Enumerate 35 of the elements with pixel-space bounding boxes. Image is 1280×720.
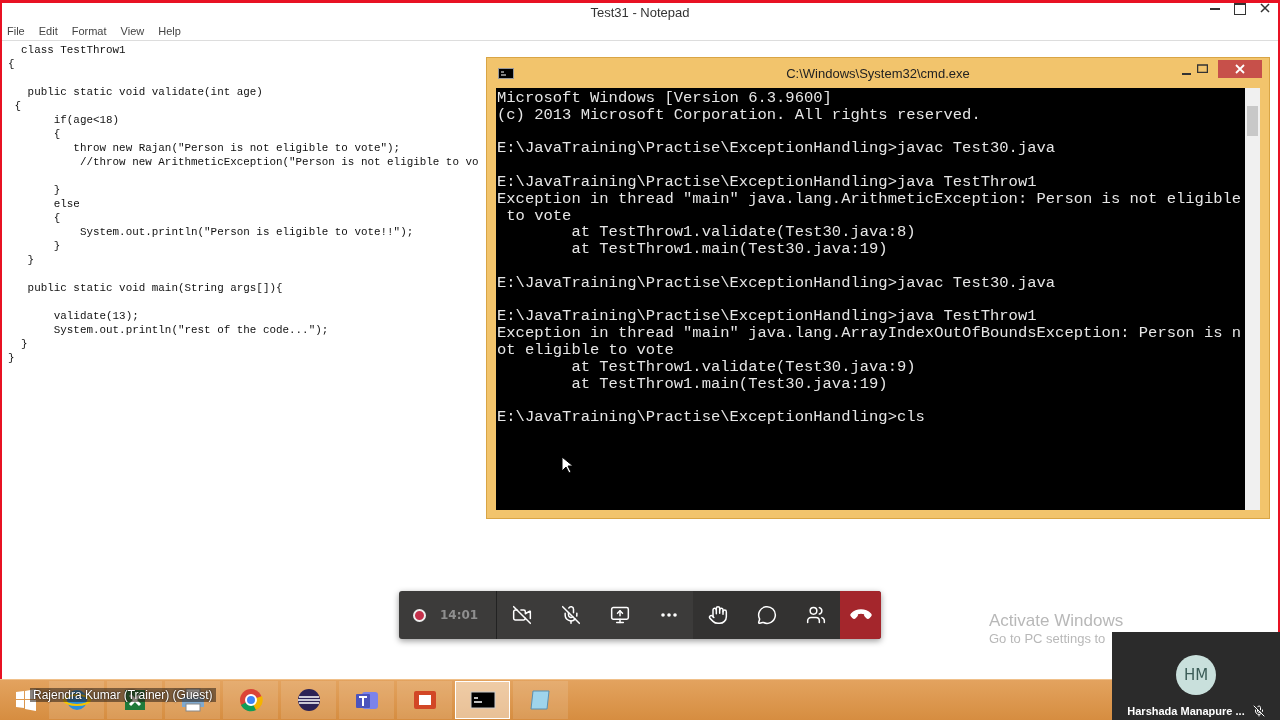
menu-item[interactable]: Edit [38, 25, 58, 37]
maximize-icon[interactable] [1234, 3, 1246, 15]
window-title: Test31 - Notepad [590, 5, 690, 20]
mic-off-icon [560, 605, 581, 625]
call-timer: 14:01 [440, 608, 479, 622]
taskbar-app[interactable] [455, 681, 510, 719]
share-screen-icon [609, 605, 630, 625]
mouse-cursor-icon [561, 456, 573, 474]
people-icon [805, 605, 826, 625]
menu-item[interactable]: Format [71, 25, 107, 37]
hand-icon [707, 605, 728, 625]
hand-button[interactable] [693, 591, 743, 639]
maximize-icon[interactable] [1197, 64, 1208, 73]
menu-item[interactable]: File [7, 25, 25, 37]
more-icon [660, 613, 677, 617]
code-text: class TestThrow1 { public static void validate(int age) { if(age<18) { throw new Rajan("Person is not eligible to vote"); //throw new ArithmeticException("Person is not eligible to vo } else { System.out.println("Person is eligible to vote!!"); } } public static void main(String args[]){ validate(13); System.out.println("rest of the code..."); } } [7, 43, 479, 365]
camera-off-icon [511, 605, 532, 625]
close-button[interactable] [1218, 60, 1262, 78]
menu-item[interactable]: View [120, 25, 145, 37]
terminal-icon [498, 68, 514, 79]
menu-item[interactable]: Help [158, 25, 181, 37]
hang-up-button[interactable] [840, 591, 881, 639]
scrollbar[interactable] [1245, 88, 1260, 510]
people-button[interactable] [791, 591, 841, 639]
console-output: Microsoft Windows [Version 6.3.9600] (c) 2013 Microsoft Corporation. All rights reserved. E:\JavaTraining\Practise\ExceptionHandling>javac Test30.java E:\JavaTraining\Practise\ExceptionHandling>java TestThrow1 Exception in thread "main" java.lang.ArithmeticException: Person is not eligible to vote at TestThrow1.validate(Test30.java:8) at TestThrow1.main(Test30.java:19) E:\JavaTraining\Practise\ExceptionHandling>javac Test30.java E:\JavaTraining\Practise\ExceptionHandling>java TestThrow1 Exception in thread "main" java.lang.ArrayIndexOutOfBoundsException: Person is n ot eligible to vote at TestThrow1.validate(Test30.java:9) at TestThrow1.main(Test30.java:19) E:\JavaTraining\Practise\ExceptionHandling>cls [496, 88, 1243, 426]
window-title: C:\Windows\System32\cmd.exe [786, 65, 970, 81]
chat-icon [756, 605, 777, 625]
presenter-name: Rajendra Kumar (Trainer) (Guest) [30, 688, 216, 702]
activation-title: Activate Windows [989, 611, 1124, 631]
taskbar-app[interactable] [281, 681, 336, 719]
close-icon [1235, 64, 1245, 74]
avatar: HM [1176, 655, 1216, 695]
close-icon[interactable] [1260, 3, 1270, 13]
activation-hint: Go to PC settings to [989, 631, 1107, 646]
participant-name: Harshada Manapure ... [1127, 705, 1245, 717]
